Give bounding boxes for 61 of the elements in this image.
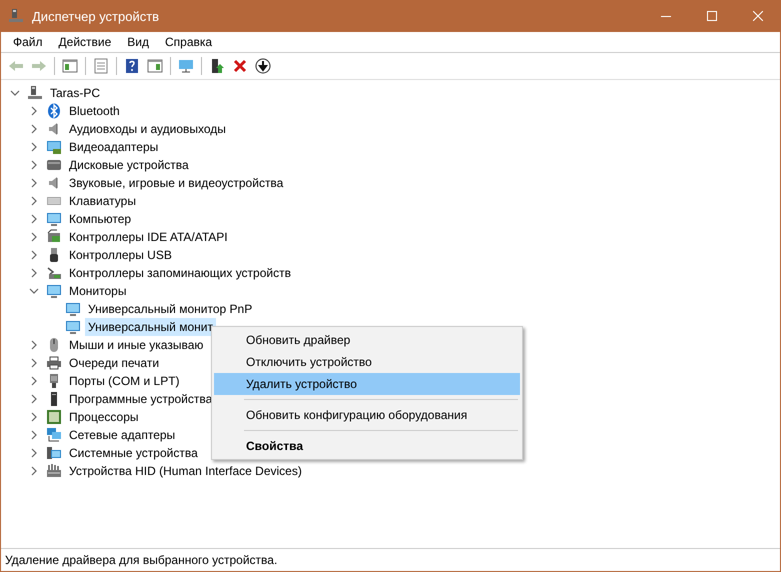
- menu-item[interactable]: Свойства: [214, 435, 520, 457]
- monitor-icon: [65, 319, 81, 335]
- update-driver-icon: [209, 58, 225, 74]
- monitor-icon: [65, 301, 81, 317]
- bluetooth-icon: [46, 103, 62, 119]
- hid-device-icon: [46, 463, 62, 479]
- monitor-icon: [46, 283, 62, 299]
- action-pane-icon: [147, 58, 163, 74]
- menu-item[interactable]: Обновить конфигурацию оборудования: [214, 404, 520, 426]
- status-text: Удаление драйвера для выбранного устройства.: [5, 553, 278, 567]
- printer-icon: [46, 355, 62, 371]
- back-arrow-icon: [8, 58, 24, 74]
- chip-icon: [46, 409, 62, 425]
- delete-icon: [232, 58, 248, 74]
- tree-item[interactable]: Системные устройства: [66, 444, 201, 462]
- close-icon: [753, 11, 763, 21]
- menu-item[interactable]: Удалить устройство: [214, 373, 520, 395]
- tree-item[interactable]: Компьютер: [66, 210, 134, 228]
- tree-item[interactable]: Очереди печати: [66, 354, 162, 372]
- properties-icon: [93, 58, 109, 74]
- menu-item[interactable]: Вид: [119, 33, 157, 51]
- tree-item[interactable]: Дисковые устройства: [66, 156, 192, 174]
- circuit-board-icon: [46, 229, 62, 245]
- maximize-icon: [707, 11, 717, 21]
- menu-item[interactable]: Обновить драйвер: [214, 329, 520, 351]
- tree-item[interactable]: Устройства HID (Human Interface Devices): [66, 462, 305, 480]
- tree-item[interactable]: Универсальный монит: [85, 318, 216, 336]
- download-icon: [255, 58, 271, 74]
- tree-item[interactable]: Taras-PC: [47, 84, 104, 102]
- menu-item[interactable]: Файл: [5, 33, 51, 51]
- tree-item[interactable]: Звуковые, игровые и видеоустройства: [66, 174, 286, 192]
- tree-item[interactable]: Контроллеры запоминающих устройств: [66, 264, 294, 282]
- display-adapter-icon: [46, 139, 62, 155]
- monitor-icon: [46, 211, 62, 227]
- help-icon: [124, 58, 140, 74]
- tree-item[interactable]: Мониторы: [66, 282, 130, 300]
- menu-item[interactable]: Отключить устройство: [214, 351, 520, 373]
- forward-arrow-icon: [31, 58, 47, 74]
- tree-item[interactable]: Универсальный монитор PnP: [85, 300, 256, 318]
- tree-item[interactable]: Процессоры: [66, 408, 142, 426]
- computer-icon: [27, 85, 43, 101]
- tree-item[interactable]: Видеоадаптеры: [66, 138, 162, 156]
- tree-item[interactable]: Сетевые адаптеры: [66, 426, 178, 444]
- window-title: Диспетчер устройств: [32, 8, 160, 24]
- tree-item[interactable]: Контроллеры USB: [66, 246, 175, 264]
- tree-item[interactable]: Аудиовходы и аудиовыходы: [66, 120, 229, 138]
- tree-item[interactable]: Мыши и иные указываю: [66, 336, 206, 354]
- computer-icon: [8, 8, 24, 24]
- menu-item[interactable]: Действие: [50, 33, 120, 51]
- network-icon: [46, 427, 62, 443]
- storage-controller-icon: [46, 265, 62, 281]
- system-icon: [46, 445, 62, 461]
- tree-item[interactable]: Программные устройства: [66, 390, 216, 408]
- tree-item[interactable]: Клавиатуры: [66, 192, 139, 210]
- monitor-scan-icon: [178, 58, 194, 74]
- tree-item[interactable]: Порты (COM и LPT): [66, 372, 183, 390]
- menu-item[interactable]: Справка: [157, 33, 220, 51]
- console-tree-icon: [62, 58, 78, 74]
- tree-item[interactable]: Контроллеры IDE ATA/ATAPI: [66, 228, 231, 246]
- disk-drive-icon: [46, 157, 62, 173]
- tree-item[interactable]: Bluetooth: [66, 102, 123, 120]
